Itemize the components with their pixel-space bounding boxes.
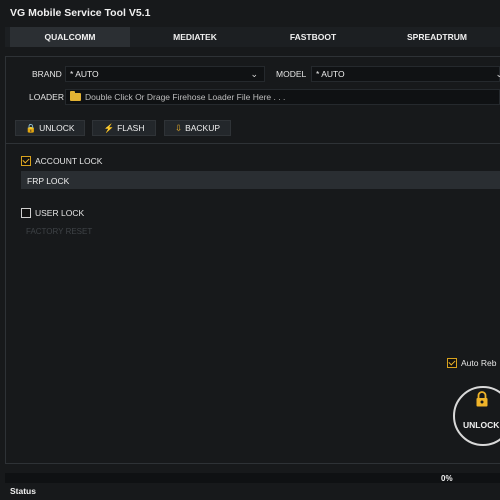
progress-percent: 0% bbox=[441, 474, 453, 483]
tab-fastboot[interactable]: FASTBOOT bbox=[253, 27, 373, 47]
frp-lock-option[interactable]: FRP LOCK bbox=[21, 171, 500, 189]
lock-icon: 🔒 bbox=[25, 123, 37, 133]
model-value: * AUTO bbox=[316, 69, 345, 79]
lightning-icon: ⚡ bbox=[103, 123, 115, 133]
flash-tab-button[interactable]: ⚡ FLASH bbox=[92, 120, 156, 136]
tab-spreadtrum[interactable]: SPREADTRUM bbox=[377, 27, 497, 47]
user-lock-checkbox[interactable] bbox=[21, 208, 31, 218]
brand-value: * AUTO bbox=[70, 69, 99, 79]
loader-input[interactable]: Double Click Or Drage Firehose Loader Fi… bbox=[65, 89, 500, 105]
factory-reset-option: FACTORY RESET bbox=[26, 227, 93, 236]
user-lock-label: USER LOCK bbox=[35, 208, 85, 218]
brand-select[interactable]: * AUTO ⌄ bbox=[65, 66, 265, 82]
title-bar: VG Mobile Service Tool V5.1 bbox=[0, 0, 500, 27]
backup-tab-label: BACKUP bbox=[185, 123, 221, 133]
main-panel bbox=[5, 56, 500, 464]
unlock-circle-label: UNLOCK bbox=[463, 420, 500, 430]
auto-reboot-label: Auto Reb bbox=[461, 358, 497, 368]
folder-icon bbox=[70, 91, 81, 101]
backup-tab-button[interactable]: ⇩ BACKUP bbox=[164, 120, 231, 136]
divider bbox=[5, 143, 500, 144]
chevron-down-icon: ⌄ bbox=[495, 69, 500, 79]
app-title: VG Mobile Service Tool V5.1 bbox=[10, 7, 151, 19]
tab-bar: QUALCOMM MEDIATEK FASTBOOT SPREADTRUM bbox=[5, 27, 500, 47]
chevron-down-icon: ⌄ bbox=[250, 69, 258, 79]
status-label: Status bbox=[10, 486, 36, 496]
model-label: MODEL bbox=[276, 69, 307, 79]
loader-label: LOADER bbox=[29, 92, 64, 102]
progress-bar bbox=[5, 473, 500, 483]
tab-mediatek[interactable]: MEDIATEK bbox=[135, 27, 255, 47]
download-box-icon: ⇩ bbox=[174, 123, 183, 133]
account-lock-label: ACCOUNT LOCK bbox=[35, 156, 103, 166]
account-lock-checkbox[interactable] bbox=[21, 156, 31, 166]
unlock-tab-label: UNLOCK bbox=[39, 123, 75, 133]
tab-qualcomm[interactable]: QUALCOMM bbox=[10, 27, 130, 47]
auto-reboot-checkbox[interactable] bbox=[447, 358, 457, 368]
loader-placeholder: Double Click Or Drage Firehose Loader Fi… bbox=[85, 92, 286, 102]
unlock-lock-icon bbox=[476, 391, 488, 407]
brand-label: BRAND bbox=[32, 69, 62, 79]
frp-lock-label: FRP LOCK bbox=[27, 176, 70, 186]
unlock-tab-button[interactable]: 🔒 UNLOCK bbox=[15, 120, 85, 136]
flash-tab-label: FLASH bbox=[117, 123, 145, 133]
model-select[interactable]: * AUTO ⌄ bbox=[311, 66, 500, 82]
